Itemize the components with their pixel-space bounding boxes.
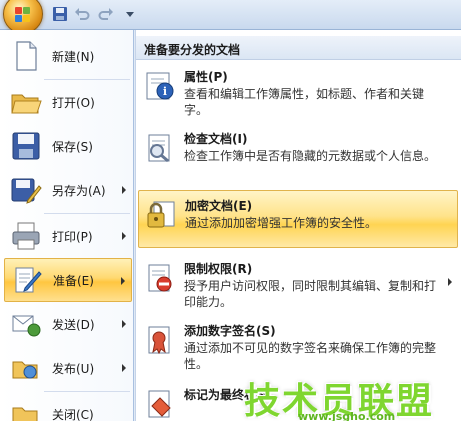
office-logo-icon: [15, 7, 31, 23]
mark-final-icon: [148, 390, 171, 418]
submenu-item-title: 检查文档(I): [184, 132, 248, 146]
menu-item-label: 发布(U): [52, 361, 95, 376]
menu-item-label: 发送(D): [52, 317, 95, 332]
prepare-submenu: 准备要分发的文档 i 属性(P) 查看和编辑工作簿属性，如标题、作者和关键字。 …: [135, 30, 461, 421]
save-as-icon: [11, 178, 42, 204]
quick-access-toolbar: [0, 0, 461, 34]
office-menu-left: 新建(N) 打开(O) 保存(S) 另存为(A) 打印(P) 准备(E) 发送(…: [0, 30, 134, 421]
save-icon[interactable]: [52, 6, 68, 22]
submenu-item-desc: 通过添加不可见的数字签名来确保工作簿的完整性。: [184, 341, 437, 371]
restrict-permission-icon: [148, 264, 172, 292]
submenu-item-desc: 检查工作簿中是否有隐藏的元数据或个人信息。: [184, 149, 437, 163]
inspect-document-icon: [148, 134, 170, 163]
publish-icon: [12, 361, 38, 379]
menu-item-prepare[interactable]: 准备(E): [4, 258, 132, 302]
menu-item-save-as[interactable]: 另存为(A): [4, 168, 132, 212]
redo-icon[interactable]: [98, 6, 114, 22]
submenu-arrow-icon: [122, 320, 126, 328]
submenu-item-encrypt[interactable]: 加密文档(E) 通过添加加密增强工作簿的安全性。: [138, 190, 458, 248]
menu-item-save[interactable]: 保存(S): [4, 124, 132, 168]
menu-item-label: 保存(S): [52, 139, 93, 154]
submenu-arrow-icon: [122, 186, 126, 194]
menu-item-label: 关闭(C): [52, 407, 94, 421]
submenu-item-title: 加密文档(E): [185, 199, 253, 213]
menu-item-publish[interactable]: 发布(U): [4, 346, 132, 390]
submenu-item-digital-signature[interactable]: 添加数字签名(S) 通过添加不可见的数字签名来确保工作簿的完整性。: [138, 316, 458, 374]
menu-item-new[interactable]: 新建(N): [4, 34, 132, 78]
site-watermark: 技术员联盟 www.jsgho.com: [236, 372, 461, 421]
prepare-pen-icon: [15, 267, 42, 293]
submenu-item-title: 限制权限(R): [184, 262, 253, 276]
open-folder-icon: [11, 94, 42, 114]
svg-text:i: i: [163, 85, 167, 98]
menu-item-label: 另存为(A): [52, 183, 106, 198]
menu-item-print[interactable]: 打印(P): [4, 214, 132, 258]
save-disk-icon: [12, 132, 40, 160]
printer-icon: [12, 222, 40, 250]
submenu-arrow-icon: [122, 364, 126, 372]
menu-item-open[interactable]: 打开(O): [4, 80, 132, 124]
submenu-arrow-icon: [448, 278, 452, 286]
send-icon: [12, 315, 41, 337]
menu-item-label: 打印(P): [52, 229, 93, 244]
undo-icon[interactable]: [74, 6, 90, 22]
submenu-header: 准备要分发的文档: [136, 36, 461, 60]
watermark-url: www.jsgho.com: [298, 410, 396, 421]
submenu-arrow-icon: [121, 277, 125, 285]
menu-item-label: 打开(O): [52, 95, 95, 110]
submenu-item-title: 添加数字签名(S): [184, 324, 276, 338]
properties-icon: i: [146, 72, 174, 100]
submenu-item-desc: 查看和编辑工作簿属性，如标题、作者和关键字。: [184, 87, 425, 117]
submenu-item-inspect[interactable]: 检查文档(I) 检查工作簿中是否有隐藏的元数据或个人信息。: [138, 124, 458, 182]
close-folder-icon: [12, 407, 38, 421]
submenu-item-desc: 通过添加加密增强工作簿的安全性。: [185, 216, 378, 230]
menu-item-label: 新建(N): [52, 49, 95, 64]
submenu-item-title: 属性(P): [184, 70, 228, 84]
submenu-arrow-icon: [122, 232, 126, 240]
customize-toolbar-icon[interactable]: [122, 6, 138, 22]
new-document-icon: [16, 41, 37, 71]
submenu-item-desc: 授予用户访问权限，同时限制其编辑、复制和打印能力。: [184, 279, 437, 309]
submenu-item-restrict[interactable]: 限制权限(R) 授予用户访问权限，同时限制其编辑、复制和打印能力。: [138, 254, 458, 312]
digital-signature-icon: [148, 326, 170, 355]
encrypt-lock-icon: [147, 201, 175, 228]
menu-item-send[interactable]: 发送(D): [4, 302, 132, 346]
submenu-item-properties[interactable]: i 属性(P) 查看和编辑工作簿属性，如标题、作者和关键字。: [138, 62, 458, 120]
menu-item-label: 准备(E): [53, 273, 94, 288]
office-button[interactable]: [3, 0, 43, 34]
menu-item-close[interactable]: 关闭(C): [4, 392, 132, 421]
